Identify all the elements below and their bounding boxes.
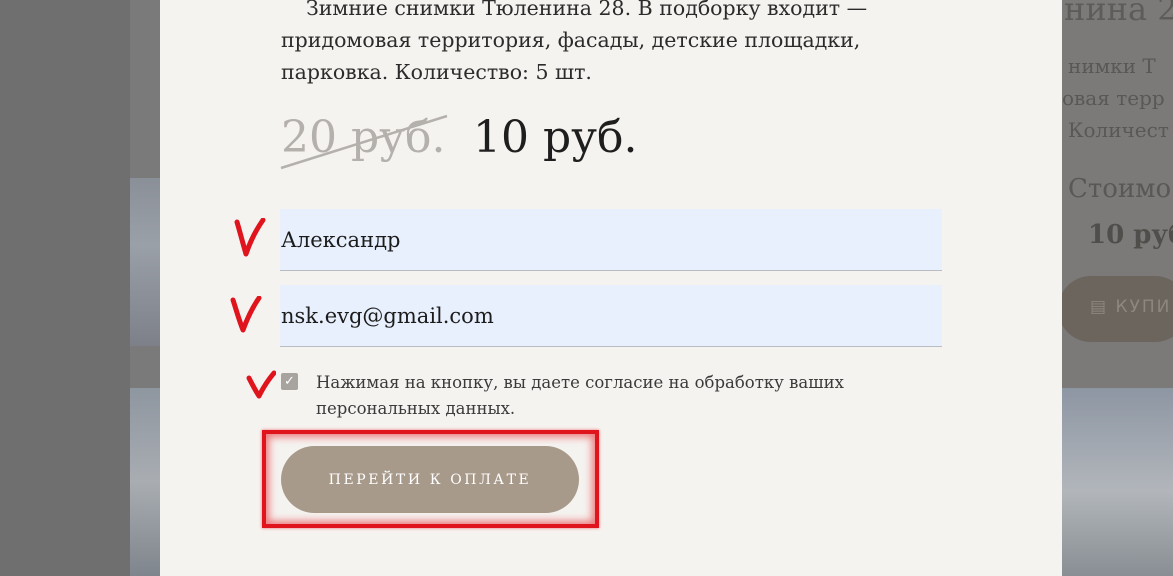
email-input[interactable] [280,285,942,347]
background-title: нина 28 [1064,0,1173,28]
background-text: Количест [1068,118,1169,142]
red-highlight-box [262,430,599,528]
background-cost-label: Стоимо [1068,174,1172,204]
checkmark-icon: ✓ [284,374,295,389]
consent-checkbox[interactable]: ✓ [281,373,298,390]
consent-text: Нажимая на кнопку, вы даете согласие на … [316,373,844,418]
background-text: овая терр [1062,86,1165,110]
description-line: Зимние снимки Тюленина 28. В подборку вх… [306,0,868,20]
description-line: придомовая территория, фасады, детские п… [281,28,861,52]
description-line: парковка. Количество: 5 шт. [281,60,592,84]
background-thumbnail [1062,388,1173,576]
current-price: 10 руб. [473,112,638,163]
name-input[interactable] [280,209,942,271]
old-price: 20 руб. [281,112,446,163]
background-text: нимки Т [1068,54,1156,78]
product-description: Зимние снимки Тюленина 28. В подборку вх… [281,0,941,88]
background-price: 10 руб [1088,220,1173,250]
card-icon: ▤ [1090,297,1116,317]
background-buy-label: ▤ КУПИ [1090,297,1172,317]
